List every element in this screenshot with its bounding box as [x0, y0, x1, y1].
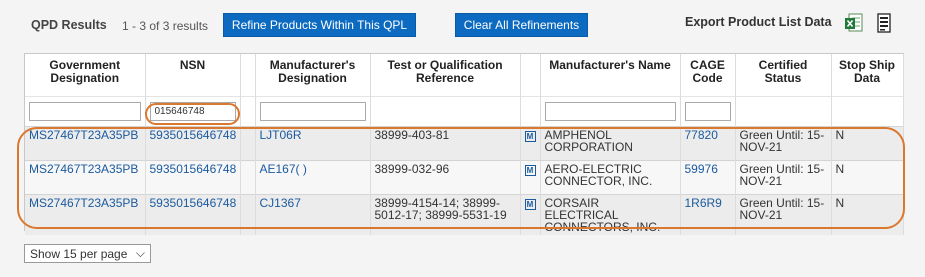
- results-title: QPD Results: [31, 18, 107, 32]
- col-nsn[interactable]: NSN: [145, 54, 241, 96]
- nsn-highlight-annotation: [145, 103, 240, 125]
- col-test-reference[interactable]: Test or Qualification Reference: [370, 54, 521, 96]
- clear-refinements-button[interactable]: Clear All Refinements: [455, 13, 588, 37]
- col-m-spacer: [520, 54, 541, 96]
- header-row: Government Designation NSN Manufacturer'…: [25, 54, 904, 96]
- col-government-designation[interactable]: Government Designation: [25, 54, 146, 96]
- col-certified-status[interactable]: Certified Status: [735, 54, 832, 96]
- print-icon[interactable]: [876, 13, 892, 33]
- mfr-name-filter-input[interactable]: [544, 101, 676, 121]
- mfr-designation-filter-input[interactable]: [259, 101, 366, 121]
- col-spacer: [240, 54, 256, 96]
- per-page-select[interactable]: Show 15 per page ⌵: [24, 244, 151, 263]
- gov-designation-filter-input[interactable]: [29, 101, 141, 121]
- refine-products-button[interactable]: Refine Products Within This QPL: [223, 13, 416, 37]
- excel-icon[interactable]: [845, 13, 863, 33]
- chevron-down-icon: ⌵: [135, 246, 145, 260]
- results-toolbar: QPD Results 1 - 3 of 3 results Refine Pr…: [0, 0, 925, 48]
- cage-filter-input[interactable]: [684, 101, 731, 121]
- results-count: 1 - 3 of 3 results: [122, 19, 209, 33]
- per-page-label: Show 15 per page: [30, 246, 128, 261]
- rows-highlight-annotation: [17, 127, 905, 229]
- col-stop-ship-data[interactable]: Stop Ship Data: [831, 54, 904, 96]
- col-cage-code[interactable]: CAGE Code: [680, 54, 736, 96]
- col-manufacturers-name[interactable]: Manufacturer's Name: [540, 54, 681, 96]
- col-manufacturers-designation[interactable]: Manufacturer's Designation: [255, 54, 371, 96]
- export-label: Export Product List Data: [685, 15, 832, 29]
